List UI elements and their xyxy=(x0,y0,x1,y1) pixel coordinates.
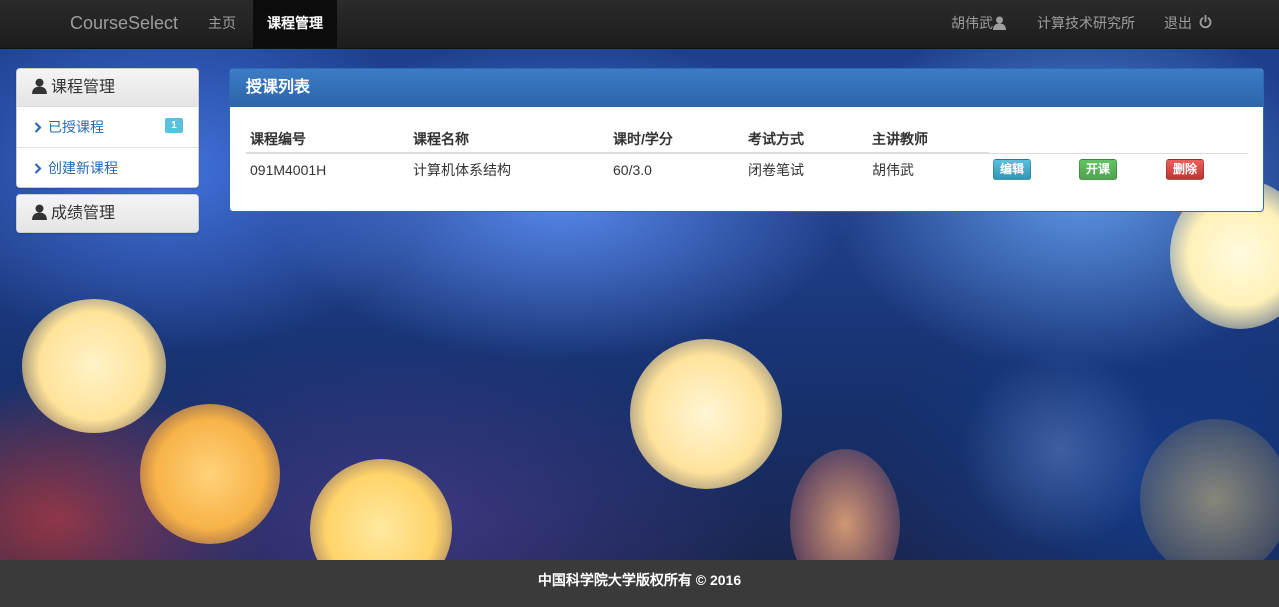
column-header xyxy=(1075,125,1162,154)
sidebar-grade-title: 成绩管理 xyxy=(51,205,116,222)
edit-button[interactable]: 编辑 xyxy=(993,158,1032,180)
course-name: 计算机体系结构 xyxy=(409,152,609,185)
bokeh-light xyxy=(790,449,900,560)
logout-label: 退出 xyxy=(1164,15,1192,31)
exam-type: 闭卷笔试 xyxy=(744,152,868,185)
column-header: 主讲教师 xyxy=(868,125,989,154)
column-header: 课程名称 xyxy=(409,125,609,154)
column-header xyxy=(989,125,1075,154)
user-icon xyxy=(993,16,1006,30)
bokeh-light xyxy=(310,459,452,560)
bokeh-light xyxy=(630,339,782,489)
user-icon xyxy=(32,78,47,94)
user-name: 胡伟武 xyxy=(951,15,993,31)
bokeh-light xyxy=(140,404,280,544)
bokeh-light xyxy=(1140,419,1279,560)
sidebar-item-taught-courses[interactable]: 已授课程 1 xyxy=(17,107,198,148)
user-icon xyxy=(32,204,47,220)
column-header: 课时/学分 xyxy=(609,125,744,154)
table-header-row: 课程编号 课程名称 课时/学分 考试方式 主讲教师 xyxy=(246,125,1248,154)
footer: 中国科学院大学版权所有 © 2016 xyxy=(0,560,1279,607)
column-header xyxy=(1162,125,1248,154)
nav-home[interactable]: 主页 xyxy=(208,0,236,48)
action-cell: 开课 xyxy=(1075,152,1162,185)
sidebar-course-title: 课程管理 xyxy=(51,79,116,96)
brand-logo[interactable]: CourseSelect xyxy=(70,13,178,34)
course-table: 课程编号 课程名称 课时/学分 考试方式 主讲教师 091M4001H 计算机体… xyxy=(246,125,1248,185)
sidebar-grade-panel: 成绩管理 xyxy=(16,194,199,233)
copyright-text: 中国科学院大学版权所有 © 2016 xyxy=(537,572,742,588)
logout-link[interactable]: 退出 xyxy=(1164,0,1212,48)
course-list-panel: 授课列表 课程编号 课程名称 课时/学分 考试方式 主讲教师 091M4001H… xyxy=(229,68,1264,212)
count-badge: 1 xyxy=(165,118,183,133)
chevron-right-icon xyxy=(34,163,42,174)
column-header: 考试方式 xyxy=(744,125,868,154)
chevron-right-icon xyxy=(34,122,42,133)
teacher-name: 胡伟武 xyxy=(868,152,989,185)
course-code: 091M4001H xyxy=(246,152,409,185)
sidebar-item-label: 创建新课程 xyxy=(48,160,118,176)
sidebar-item-create-course[interactable]: 创建新课程 xyxy=(17,148,198,187)
sidebar-course-panel: 课程管理 已授课程 1 创建新课程 xyxy=(16,68,199,188)
action-cell: 编辑 xyxy=(989,152,1075,185)
power-icon xyxy=(1199,14,1212,29)
sidebar-item-label: 已授课程 xyxy=(48,119,104,135)
delete-button[interactable]: 删除 xyxy=(1166,158,1205,180)
column-header: 课程编号 xyxy=(246,125,409,154)
open-course-button[interactable]: 开课 xyxy=(1079,158,1118,180)
nav-course-management[interactable]: 课程管理 xyxy=(253,0,337,48)
action-cell: 删除 xyxy=(1162,152,1248,185)
sidebar-course-header[interactable]: 课程管理 xyxy=(17,69,198,107)
course-hours: 60/3.0 xyxy=(609,152,744,185)
sidebar-grade-header[interactable]: 成绩管理 xyxy=(17,195,198,232)
panel-title: 授课列表 xyxy=(230,69,1263,107)
institute-link[interactable]: 计算技术研究所 xyxy=(1037,0,1135,48)
bokeh-light xyxy=(960,349,1160,549)
top-navbar: CourseSelect 主页 课程管理 胡伟武 计算技术研究所 退出 xyxy=(0,0,1279,49)
bokeh-light xyxy=(22,299,166,433)
table-row: 091M4001H 计算机体系结构 60/3.0 闭卷笔试 胡伟武 编辑 开课 … xyxy=(246,152,1248,185)
user-menu[interactable]: 胡伟武 xyxy=(951,0,1006,48)
